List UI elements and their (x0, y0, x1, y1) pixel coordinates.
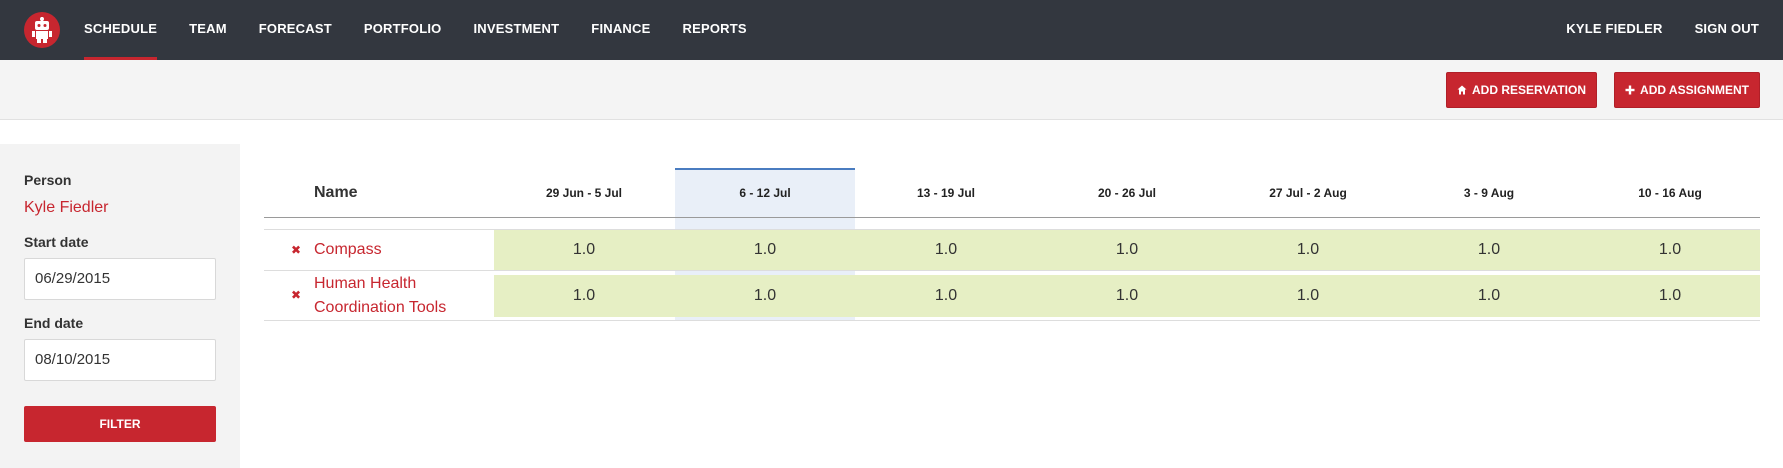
allocation-cell[interactable]: 1.0 (1580, 230, 1760, 270)
nav-investment[interactable]: INVESTMENT (474, 0, 560, 60)
remove-x-icon[interactable]: ✖ (291, 288, 301, 302)
person-label: Person (24, 172, 72, 188)
end-date-label: End date (24, 315, 84, 331)
allocation-cell[interactable]: 1.0 (1218, 230, 1398, 270)
allocation-cell[interactable]: 1.0 (1399, 275, 1579, 317)
allocation-cells: 1.0 1.0 1.0 1.0 1.0 1.0 1.0 (494, 275, 1760, 317)
week-header: 27 Jul - 2 Aug (1269, 186, 1347, 200)
main-nav: SCHEDULE TEAM FORECAST PORTFOLIO INVESTM… (84, 0, 779, 60)
nav-forecast[interactable]: FORECAST (259, 0, 332, 60)
end-date-input[interactable]: 08/10/2015 (24, 339, 216, 381)
schedule-table-header: Name 29 Jun - 5 Jul 6 - 12 Jul 13 - 19 J… (264, 168, 1760, 218)
table-row: ✖ Compass 1.0 1.0 1.0 1.0 1.0 1.0 1.0 (264, 229, 1760, 271)
allocation-cell[interactable]: 1.0 (1218, 275, 1398, 317)
home-icon (1457, 85, 1467, 95)
add-assignment-button[interactable]: ADD ASSIGNMENT (1614, 72, 1760, 108)
nav-team[interactable]: TEAM (189, 0, 227, 60)
allocation-cells: 1.0 1.0 1.0 1.0 1.0 1.0 1.0 (494, 230, 1760, 270)
user-name-link[interactable]: KYLE FIEDLER (1566, 0, 1662, 60)
robot-logo-icon[interactable] (24, 12, 60, 48)
top-navbar: SCHEDULE TEAM FORECAST PORTFOLIO INVESTM… (0, 0, 1783, 60)
week-header: 29 Jun - 5 Jul (545, 186, 623, 200)
nav-finance[interactable]: FINANCE (591, 0, 650, 60)
nav-reports[interactable]: REPORTS (682, 0, 746, 60)
nav-schedule[interactable]: SCHEDULE (84, 0, 158, 60)
add-reservation-button[interactable]: ADD RESERVATION (1446, 72, 1597, 108)
filter-button[interactable]: FILTER (24, 406, 216, 442)
allocation-cell[interactable]: 1.0 (494, 230, 674, 270)
allocation-cell[interactable]: 1.0 (1580, 275, 1760, 317)
add-assignment-label: ADD ASSIGNMENT (1640, 83, 1749, 97)
remove-x-icon[interactable]: ✖ (291, 243, 301, 257)
nav-portfolio[interactable]: PORTFOLIO (364, 0, 442, 60)
filter-sidebar: Person Kyle Fiedler Start date 06/29/201… (0, 144, 240, 468)
add-reservation-label: ADD RESERVATION (1471, 83, 1586, 97)
week-header: 6 - 12 Jul (739, 186, 791, 200)
table-row: ✖ Human Health Coordination Tools 1.0 1.… (264, 271, 1760, 321)
allocation-cell[interactable]: 1.0 (1037, 275, 1217, 317)
allocation-cell[interactable]: 1.0 (856, 275, 1036, 317)
allocation-cell[interactable]: 1.0 (856, 230, 1036, 270)
name-column-header: Name (314, 184, 358, 201)
allocation-cell[interactable]: 1.0 (675, 275, 855, 317)
user-nav: KYLE FIEDLER SIGN OUT (1534, 0, 1759, 60)
week-header: 10 - 16 Aug (1638, 186, 1702, 200)
week-header: 13 - 19 Jul (916, 186, 976, 200)
person-value[interactable]: Kyle Fiedler (24, 199, 108, 217)
allocation-cell[interactable]: 1.0 (1037, 230, 1217, 270)
allocation-cell[interactable]: 1.0 (675, 230, 855, 270)
allocation-cell[interactable]: 1.0 (1399, 230, 1579, 270)
start-date-label: Start date (24, 234, 89, 250)
project-link[interactable]: Compass (314, 238, 464, 262)
action-bar: ADD RESERVATION ADD ASSIGNMENT (0, 60, 1783, 120)
project-link[interactable]: Human Health Coordination Tools (314, 272, 464, 320)
plus-icon (1625, 85, 1635, 95)
start-date-input[interactable]: 06/29/2015 (24, 258, 216, 300)
allocation-cell[interactable]: 1.0 (494, 275, 674, 317)
week-header: 3 - 9 Aug (1463, 186, 1515, 200)
sign-out-link[interactable]: SIGN OUT (1695, 0, 1759, 60)
week-header: 20 - 26 Jul (1097, 186, 1157, 200)
